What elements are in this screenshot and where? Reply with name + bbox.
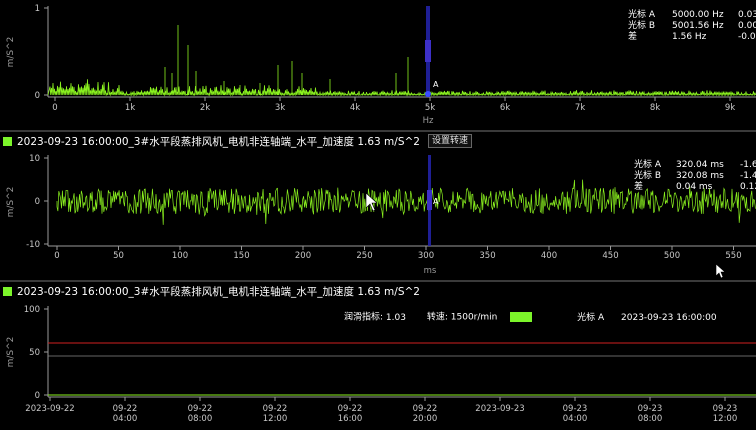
trend-ytick: 0 [35,391,40,401]
lube-value: 1.03 [385,312,406,323]
spectrum-xlabel: Hz [423,116,434,126]
waveform-xtick: 350 [479,251,495,261]
waveform-xtick: 150 [233,251,249,261]
lube-label: 润滑指标: [344,312,384,323]
waveform-xtick: 200 [295,251,311,261]
waveform-ytick: -10 [26,240,40,250]
spectrum-ytick: 0 [35,91,40,101]
trend-xtick-time: 08:00 [638,414,663,424]
trend-title: 2023-09-23 16:00:00_3#水平段蒸排风机_电机非连轴端_水平_… [17,285,420,298]
waveform-xtick: 550 [725,251,741,261]
cursor-handle[interactable] [427,190,432,210]
trend-xtick-time: 12:00 [263,414,288,424]
trend-cursor-value: 2023-09-23 16:00:00 [621,312,717,323]
panel-divider [0,130,756,132]
trend-xtick-date: 2023-09-22 [25,404,74,414]
waveform-xtick: 0 [54,251,59,261]
spectrum-ylabel: m/S^2 [6,37,16,68]
waveform-xtick: 300 [418,251,434,261]
trend-xtick-date: 09-22 [413,404,438,414]
trend-xtick-date: 09-22 [113,404,138,414]
spectrum-cursor-readout: 光标 A 5000.00 Hz 0.03 光标 B 5001.56 Hz 0.00 差1… [628,10,756,42]
trend-panel: m/S^2 100 50 0 2023-09-22 09-22 04:00 09-22… [0,300,756,430]
cursor-handle[interactable] [425,40,431,62]
spectrum-xtick: 9k [725,103,735,113]
spectrum-xtick: 8k [650,103,660,113]
waveform-cursor-readout: 光标 A 320.04 ms -1.6 光标 B 320.08 ms -1.4 差 0.0… [634,160,756,192]
trend-titlebar: 2023-09-23 16:00:00_3#水平段蒸排风机_电机非连轴端_水平_… [0,283,756,299]
trend-cursor-label: 光标 A [577,312,605,323]
waveform-xtick: 250 [356,251,372,261]
trend-xtick-time: 16:00 [338,414,363,424]
spectrum-xtick: 7k [575,103,585,113]
spectrum-xtick: 3k [275,103,285,113]
trend-xtick-time: 04:00 [113,414,138,424]
spectrum-ytick: 1 [35,4,40,14]
speed-label: 转速: [426,312,448,323]
waveform-xtick: 400 [541,251,557,261]
mouse-pointer-icon [715,263,726,279]
waveform-titlebar: 2023-09-23 16:00:00_3#水平段蒸排风机_电机非连轴端_水平_… [0,133,756,149]
cursor-marker-label: A [433,80,439,89]
status-badge[interactable] [510,312,533,322]
waveform-title: 2023-09-23 16:00:00_3#水平段蒸排风机_电机非连轴端_水平_… [17,135,420,148]
waveform-ytick: 10 [29,154,40,164]
spectrum-xtick: 1k [125,103,135,113]
waveform-panel: m/S^2 10 0 -10 0 50 100 150 200 250 300 350 400 4… [0,150,756,280]
waveform-xtick: 500 [664,251,680,261]
trend-xtick-date: 09-22 [338,404,363,414]
trend-xtick-date: 09-22 [263,404,288,414]
trend-xtick-date: 09-23 [713,404,738,414]
trend-ylabel: m/S^2 [6,337,16,368]
waveform-ytick: 0 [35,197,40,207]
cursor-marker-label: A [433,197,439,206]
set-speed-button[interactable]: 设置转速 [427,134,472,148]
trend-xtick-time: 20:00 [413,414,438,424]
spectrum-panel: m/S^2 1 0 0 1k 2k 3k 4k 5k 6k 7k 8k 9k Hz A 光标 A5… [0,0,756,130]
trend-xtick-date: 09-23 [638,404,663,414]
series-color-swatch [3,136,12,146]
waveform-xtick: 100 [172,251,188,261]
spectrum-xtick: 2k [200,103,210,113]
spectrum-xtick: 0 [52,103,57,113]
trend-xtick-date: 09-22 [188,404,213,414]
trend-xtick-date: 2023-09-23 [475,404,524,414]
trend-xtick-date: 09-23 [563,404,588,414]
spectrum-xtick: 6k [500,103,510,113]
trend-xtick-time: 04:00 [563,414,588,424]
series-color-swatch [3,286,12,296]
waveform-ylabel: m/S^2 [6,187,16,218]
waveform-xtick: 450 [602,251,618,261]
trend-xtick-time: 12:00 [713,414,738,424]
panel-divider [0,280,756,282]
spectrum-xtick: 5k [425,103,435,113]
waveform-xlabel: ms [424,266,437,276]
cursor-marker [425,91,431,97]
waveform-xtick: 50 [113,251,124,261]
trend-info: 润滑指标: 1.03 转速: 1500r/min 光标 A 2023-09-23… [344,312,717,324]
speed-value: 1500r/min [450,312,498,323]
spectrum-xtick: 4k [350,103,360,113]
trend-xtick-time: 08:00 [188,414,213,424]
trend-ytick: 100 [24,305,40,315]
trend-ytick: 50 [29,348,40,358]
